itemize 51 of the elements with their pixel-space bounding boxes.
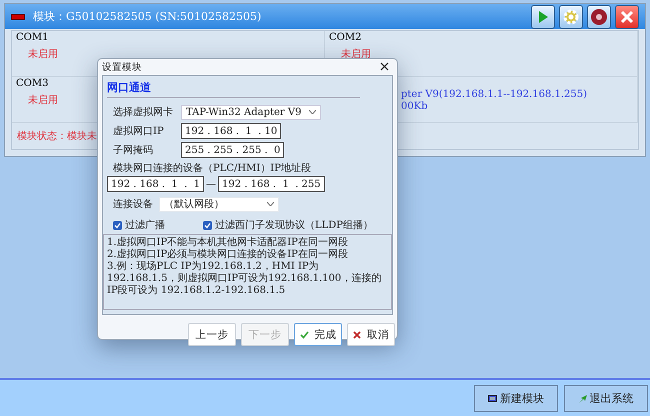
field-label: 选择虚拟网卡	[113, 106, 174, 119]
caret-icon	[309, 110, 316, 114]
check-icon	[300, 330, 308, 338]
section-title: 网口通道	[107, 80, 360, 98]
caret-icon	[267, 202, 274, 206]
finish-button[interactable]: 完成	[294, 323, 342, 346]
range-label: 模块网口连接的设备（PLC/HMI）IP地址段	[113, 162, 312, 175]
window-title: 模块：G50102582505 (SN:50102582505)	[33, 9, 262, 24]
cancel-button[interactable]: 取消	[347, 323, 395, 346]
checkbox[interactable]: 过滤广播	[113, 218, 203, 232]
port-status: pter V9(192.168.1.1--192.168.1.255)	[401, 89, 588, 100]
disc-icon	[590, 8, 608, 26]
device-dropdown[interactable]: （默认网段）	[159, 196, 279, 212]
step-button[interactable]: 上一步	[188, 323, 236, 346]
port-name: COM1	[16, 32, 48, 44]
port-status: 未启用	[341, 48, 371, 61]
ip-field[interactable]: 192 . 168 . 1 . 1	[107, 176, 204, 192]
ip-field[interactable]: 192 . 168 . 1 . 255	[218, 176, 325, 192]
port-status: 未启用	[28, 94, 58, 107]
settings-button[interactable]	[559, 4, 583, 28]
checkbox[interactable]: 过滤西门子发现协议（LLDP组播）	[203, 218, 374, 232]
exit-icon	[578, 394, 586, 402]
field-label: 连接设备	[113, 198, 153, 211]
port-name: COM3	[16, 78, 48, 90]
close-icon	[380, 62, 389, 71]
checkbox-icon[interactable]	[113, 220, 122, 230]
new-module-button[interactable]: 新建模块	[474, 385, 558, 412]
ip-field[interactable]: 192 . 168 . 1 . 10	[181, 123, 282, 139]
field-label: 子网掩码	[113, 144, 154, 157]
note-text: 2.虚拟网口IP必须与模块网口连接的设备IP在同一网段	[107, 249, 349, 260]
exit-button[interactable]: 退出系统	[564, 385, 648, 412]
start-button[interactable]	[531, 4, 555, 28]
status-led-icon	[11, 14, 25, 20]
ip-field[interactable]: 255 . 255 . 255 . 0	[181, 142, 284, 158]
disc-button[interactable]	[587, 4, 611, 28]
note-text: 3.例：现场PLC IP为192.168.1.2，HMI IP为192.168.1.5，则虚拟网口IP可设为192.168.1.100，连接的IP段可设为 192.168.1.2-192.168.1.5	[107, 261, 382, 297]
module-status: 模块状态：模块未	[17, 131, 97, 142]
close-icon	[619, 8, 635, 24]
close-button[interactable]	[615, 4, 639, 28]
port-status: 未启用	[28, 48, 58, 61]
note-text: 1.虚拟网口IP不能与本机其他网卡适配器IP在同一网段	[107, 237, 349, 248]
checkbox-icon[interactable]	[203, 220, 212, 230]
port-name: COM2	[329, 32, 362, 44]
field-label: 虚拟网口IP	[113, 124, 165, 138]
gear-icon	[562, 8, 580, 26]
cross-icon	[353, 330, 361, 338]
dialog-title: 设置模块	[102, 60, 142, 74]
range-separator: —	[206, 178, 216, 190]
adapter-dropdown[interactable]: TAP-Win32 Adapter V9	[181, 104, 321, 120]
port-status: 00Kb	[401, 101, 428, 112]
module-icon	[488, 395, 497, 402]
